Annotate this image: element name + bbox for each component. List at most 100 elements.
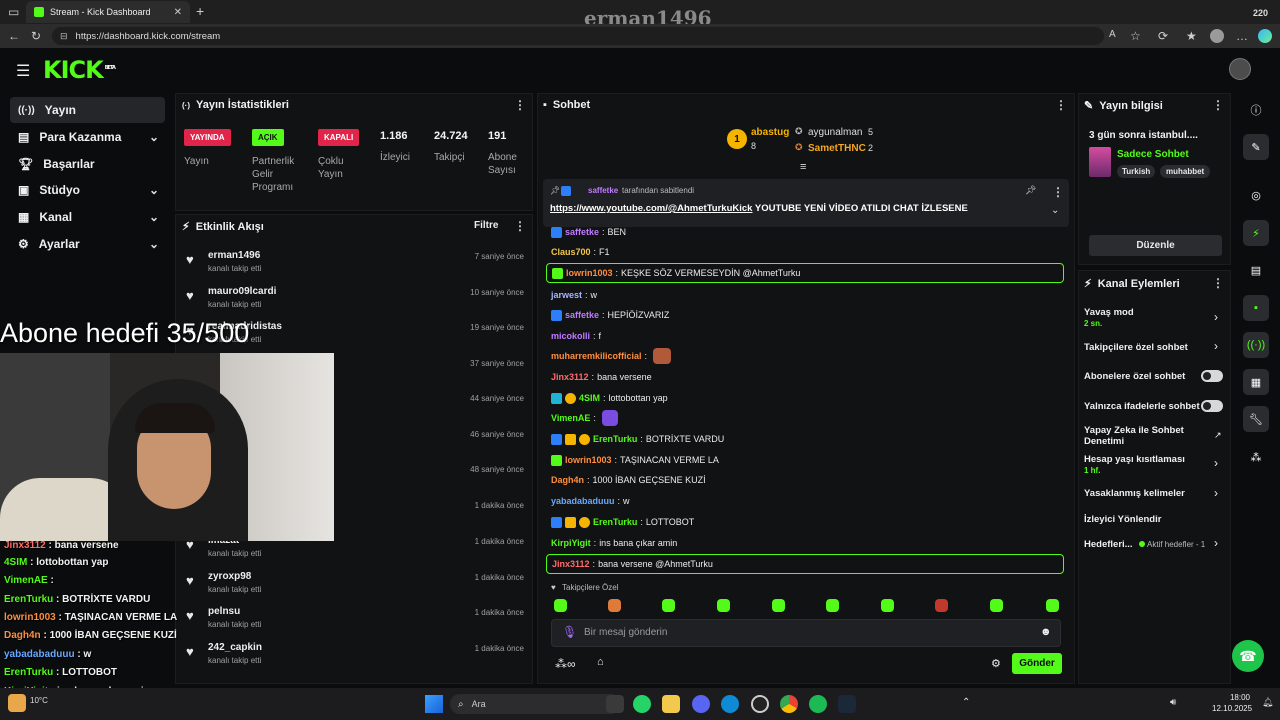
- chat-username[interactable]: KirpiYigit: [551, 538, 591, 548]
- followers-only-label[interactable]: Takipçilere özel sohbet: [1084, 342, 1224, 353]
- edit-icon[interactable]: ✎: [1243, 134, 1269, 160]
- document-icon[interactable]: ▤: [1243, 257, 1269, 283]
- unpin-icon[interactable]: 📌︎: [1025, 185, 1036, 196]
- account-age-label[interactable]: Hesap yaşı kısıtlaması: [1084, 454, 1224, 465]
- edge-icon[interactable]: [721, 695, 739, 713]
- pinned-link[interactable]: https://www.youtube.com/@AhmetTurkuKick: [550, 203, 752, 214]
- tray-overflow-icon[interactable]: ⌃: [962, 697, 970, 708]
- chevron-right-icon[interactable]: ›: [1214, 486, 1218, 500]
- hamburger-menu-icon[interactable]: ☰: [16, 61, 30, 81]
- category-name[interactable]: Sadece Sohbet: [1117, 149, 1189, 160]
- kick-logo[interactable]: KICK BETA: [43, 56, 116, 84]
- goals-label[interactable]: Hedefleri...: [1084, 539, 1144, 550]
- favorite-icon[interactable]: ☆: [1130, 29, 1141, 43]
- emote-icon[interactable]: [608, 599, 621, 612]
- nav-item-studyo[interactable]: ▣ Stüdyo ⌄: [10, 177, 165, 203]
- activity-user[interactable]: 242_capkin: [208, 642, 262, 653]
- banned-words-label[interactable]: Yasaklanmış kelimeler: [1084, 488, 1224, 499]
- emote-only-toggle[interactable]: [1201, 400, 1223, 412]
- nav-item-basarilar[interactable]: 🏆︎ Başarılar: [10, 151, 165, 177]
- task-view-icon[interactable]: [606, 695, 624, 713]
- chrome-icon[interactable]: [780, 695, 798, 713]
- activity-menu-icon[interactable]: ⋮: [514, 219, 526, 233]
- reload-icon[interactable]: ↻: [31, 29, 41, 43]
- stats-menu-icon[interactable]: ⋮: [514, 98, 526, 112]
- channel-actions-menu-icon[interactable]: ⋮: [1212, 276, 1224, 290]
- read-aloud-icon[interactable]: A: [1109, 29, 1116, 40]
- activity-user[interactable]: mauro09lcardi: [208, 286, 276, 297]
- ai-moderation-label[interactable]: Yapay Zeka ile Sohbet Denetimi: [1084, 425, 1194, 447]
- emote-icon[interactable]: [554, 599, 567, 612]
- store-icon[interactable]: ⌂: [597, 656, 604, 668]
- chevron-right-icon[interactable]: ›: [1214, 339, 1218, 353]
- top-gifter-2[interactable]: aygunalman: [808, 127, 862, 138]
- nav-item-para-kazanma[interactable]: ▤ Para Kazanma ⌄: [10, 124, 165, 150]
- microphone-icon[interactable]: 🎙︎: [562, 625, 577, 639]
- chat-settings-icon[interactable]: ⚙: [991, 657, 1001, 670]
- menu-dots-icon[interactable]: …: [1236, 29, 1248, 43]
- emote-icon[interactable]: [881, 599, 894, 612]
- favorites-list-icon[interactable]: ★: [1186, 29, 1197, 43]
- activity-user[interactable]: zyroxp98: [208, 571, 251, 582]
- close-tab-icon[interactable]: ✕: [174, 7, 182, 18]
- chevron-right-icon[interactable]: ›: [1214, 310, 1218, 324]
- chat-username[interactable]: Jinx3112: [551, 372, 589, 382]
- browser-tab[interactable]: Stream - Kick Dashboard ✕: [26, 1, 190, 23]
- chat-menu-icon[interactable]: ⋮: [1055, 98, 1067, 112]
- layout-icon[interactable]: ▦: [1243, 369, 1269, 395]
- copilot-icon[interactable]: [1258, 29, 1272, 43]
- emote-icon[interactable]: [826, 599, 839, 612]
- taskbar-search[interactable]: ⌕ Ara: [450, 694, 620, 714]
- notifications-icon[interactable]: 🔔︎: [1262, 697, 1273, 708]
- chat-username[interactable]: ErenTurku: [593, 517, 637, 527]
- back-icon[interactable]: ←: [8, 29, 20, 43]
- viewer-redirect-label[interactable]: İzleyici Yönlendir: [1084, 514, 1224, 525]
- emote-icon[interactable]: [1046, 599, 1059, 612]
- chat-username[interactable]: Jinx3112: [552, 559, 590, 569]
- emote-icon[interactable]: [990, 599, 1003, 612]
- url-field[interactable]: ⊟ https://dashboard.kick.com/stream: [52, 27, 1104, 45]
- obs-icon[interactable]: [751, 695, 769, 713]
- chat-username[interactable]: VimenAE: [551, 413, 590, 423]
- site-info-icon[interactable]: ⊟: [60, 31, 68, 42]
- top-gifter-1[interactable]: abastug: [751, 127, 789, 138]
- chat-username[interactable]: Claus700: [551, 247, 591, 257]
- edit-button[interactable]: Düzenle: [1089, 235, 1222, 256]
- lightning-icon[interactable]: ⚡︎: [1243, 220, 1269, 246]
- file-explorer-icon[interactable]: [662, 695, 680, 713]
- slow-mode-label[interactable]: Yavaş mod: [1084, 307, 1224, 318]
- steam-icon[interactable]: [838, 695, 856, 713]
- chevron-right-icon[interactable]: ›: [1214, 456, 1218, 470]
- chat-username[interactable]: jarwest: [551, 290, 582, 300]
- support-chat-icon[interactable]: ☎: [1232, 640, 1264, 672]
- tab-actions-icon[interactable]: ▭: [8, 5, 19, 19]
- send-button[interactable]: Gönder: [1012, 653, 1062, 674]
- nav-item-yayin[interactable]: ((·)) Yayın: [10, 97, 165, 123]
- chat-username[interactable]: lowrin1003: [565, 455, 612, 465]
- chat-username[interactable]: lowrin1003: [566, 268, 613, 278]
- external-link-icon[interactable]: ↗: [1214, 430, 1222, 441]
- emote-icon[interactable]: [662, 599, 675, 612]
- chat-bubble-icon[interactable]: ▪: [1243, 295, 1269, 321]
- chat-username[interactable]: muharremkilicofficial: [551, 351, 642, 361]
- subs-only-toggle[interactable]: [1201, 370, 1223, 382]
- kick-points-icon[interactable]: ⁂∞: [555, 657, 576, 671]
- chat-username[interactable]: yabadabaduuu: [551, 496, 615, 506]
- target-icon[interactable]: ◎: [1243, 182, 1269, 208]
- info-icon[interactable]: ⓘ: [1243, 97, 1269, 123]
- wrench-icon[interactable]: 🔧︎: [1243, 406, 1269, 432]
- chevron-down-icon[interactable]: ⌄: [1051, 205, 1059, 216]
- chat-username[interactable]: saffetke: [565, 310, 599, 320]
- top-gifter-3[interactable]: SametTHNC: [808, 143, 866, 154]
- new-tab-icon[interactable]: +: [196, 3, 204, 19]
- expand-leaderboard-icon[interactable]: ≡: [800, 161, 806, 173]
- chat-username[interactable]: Dagh4n: [551, 475, 584, 485]
- whatsapp-icon[interactable]: [633, 695, 651, 713]
- user-avatar[interactable]: [1229, 58, 1251, 80]
- volume-icon[interactable]: 🔊︎: [1170, 697, 1176, 708]
- weather-icon[interactable]: [8, 694, 26, 712]
- broadcast-icon[interactable]: ((·)): [1243, 332, 1269, 358]
- spotify-icon[interactable]: [809, 695, 827, 713]
- extensions-icon[interactable]: ⟳: [1158, 29, 1168, 43]
- stream-info-menu-icon[interactable]: ⋮: [1212, 98, 1224, 112]
